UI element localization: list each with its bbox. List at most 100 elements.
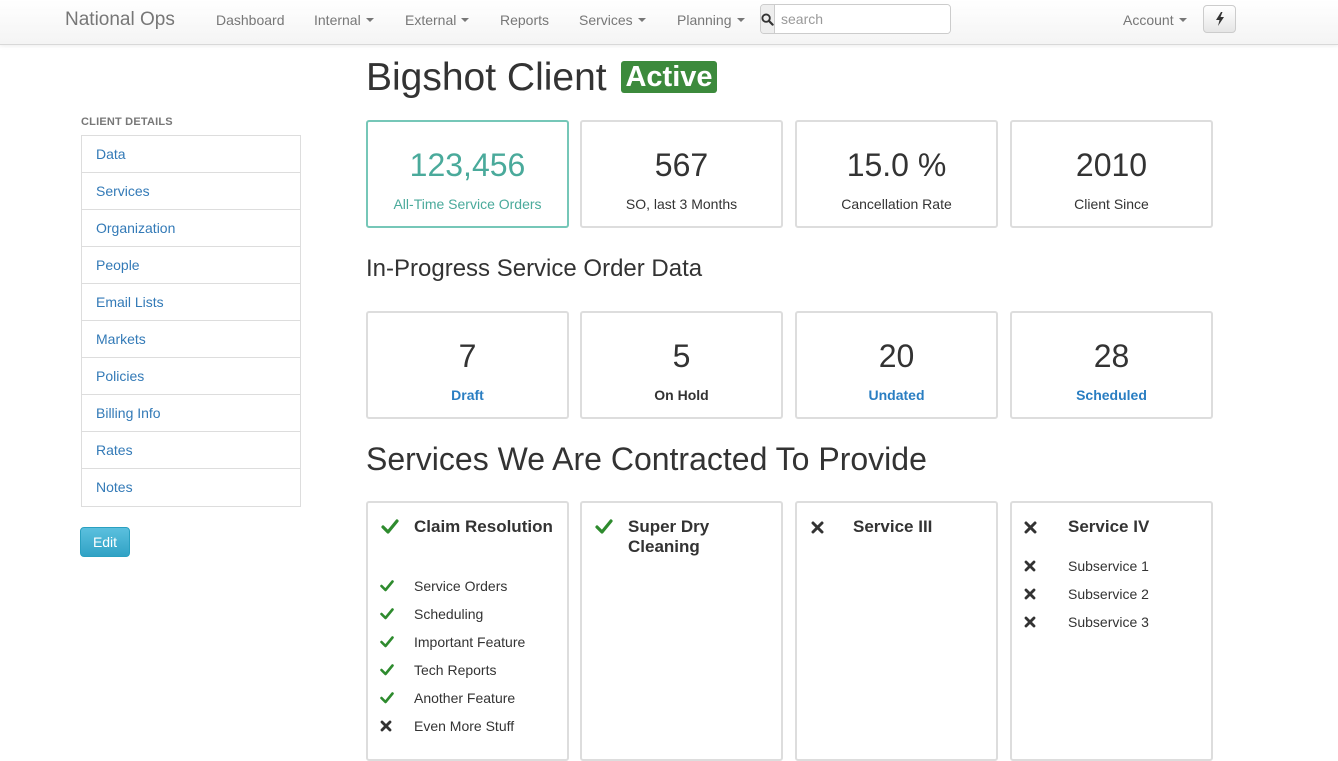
- nav-internal-dropdown[interactable]: Internal: [314, 12, 374, 28]
- nav-services-dropdown[interactable]: Services: [579, 12, 646, 28]
- stat-value: 123,456: [409, 147, 526, 183]
- subservice-row: Scheduling: [368, 605, 568, 625]
- client-details-nav: Data Services Organization People Email …: [81, 135, 301, 507]
- nav-external-label: External: [405, 12, 457, 28]
- subservice-label: Important Feature: [414, 634, 526, 650]
- service-name: Super Dry Cleaning: [628, 517, 710, 556]
- client-details-header: CLIENT DETAILS: [81, 116, 173, 128]
- stat-value: 567: [654, 147, 709, 183]
- service-card-super-dry-cleaning: Super Dry Cleaning: [580, 501, 783, 761]
- checkmark-icon: [380, 636, 394, 648]
- search-box: [760, 4, 951, 34]
- brand-logo[interactable]: National Ops: [65, 9, 175, 31]
- services-heading: Services We Are Contracted To Provide: [366, 441, 927, 477]
- lightning-bolt-button[interactable]: [1203, 5, 1236, 33]
- subservice-label: Tech Reports: [414, 662, 497, 678]
- stat-card-draft[interactable]: 7 Draft: [366, 311, 569, 419]
- sidebar-item-organization[interactable]: Organization: [82, 210, 300, 247]
- nav-reports-label: Reports: [500, 12, 550, 28]
- stat-card-scheduled[interactable]: 28 Scheduled: [1010, 311, 1213, 419]
- service-name: Claim Resolution: [414, 517, 553, 536]
- caret-down-icon: [637, 18, 646, 23]
- search-icon[interactable]: [761, 5, 775, 33]
- sidebar-item-billing-info[interactable]: Billing Info: [82, 395, 300, 432]
- service-card-claim-resolution: Claim Resolution Service Orders Scheduli…: [366, 501, 569, 761]
- checkmark-icon: [380, 664, 394, 676]
- caret-down-icon: [461, 18, 470, 23]
- stat-value: 28: [1093, 338, 1130, 374]
- scheduled-link[interactable]: Scheduled: [1012, 387, 1211, 403]
- x-mark-icon: [1024, 588, 1036, 600]
- lightning-bolt-icon: [1215, 12, 1224, 26]
- client-name: Bigshot Client: [366, 56, 607, 99]
- stat-value: 20: [878, 338, 915, 374]
- sidebar-item-data[interactable]: Data: [82, 136, 300, 173]
- stat-label: SO, last 3 Months: [625, 196, 738, 212]
- checkmark-icon: [380, 580, 394, 592]
- caret-down-icon: [1178, 18, 1187, 23]
- stat-card-all-time-orders[interactable]: 123,456 All-Time Service Orders: [366, 120, 569, 228]
- stat-label: Client Since: [1074, 196, 1149, 212]
- subservice-row: Subservice 1: [1012, 557, 1212, 577]
- subservice-row: Another Feature: [368, 689, 568, 709]
- sidebar-item-people[interactable]: People: [82, 247, 300, 284]
- page-title: Bigshot Client Active: [366, 56, 717, 100]
- stat-card-cancellation-rate[interactable]: 15.0 % Cancellation Rate: [795, 120, 998, 228]
- subservice-row: Important Feature: [368, 633, 568, 653]
- checkmark-icon: [380, 608, 394, 620]
- nav-internal-label: Internal: [314, 12, 361, 28]
- stat-value: 7: [458, 338, 477, 374]
- edit-button[interactable]: Edit: [80, 527, 130, 557]
- stat-card-client-since[interactable]: 2010 Client Since: [1010, 120, 1213, 228]
- undated-link[interactable]: Undated: [797, 387, 996, 403]
- status-badge: Active: [621, 61, 717, 93]
- subservice-label: Subservice 3: [1068, 614, 1149, 630]
- search-input[interactable]: [775, 5, 950, 33]
- nav-external-dropdown[interactable]: External: [405, 12, 470, 28]
- draft-link[interactable]: Draft: [368, 387, 567, 403]
- sidebar-item-email-lists[interactable]: Email Lists: [82, 284, 300, 321]
- service-name: Service III: [853, 517, 933, 536]
- subservice-row: Tech Reports: [368, 661, 568, 681]
- stat-value: 5: [672, 338, 691, 374]
- nav-dashboard[interactable]: Dashboard: [216, 12, 285, 28]
- stat-value: 2010: [1075, 147, 1148, 183]
- subservice-label: Service Orders: [414, 578, 508, 594]
- subservice-label: Scheduling: [414, 606, 484, 622]
- subservice-row: Subservice 3: [1012, 613, 1212, 633]
- on-hold-label: On Hold: [654, 387, 709, 403]
- nav-account-label: Account: [1123, 12, 1174, 28]
- nav-account-dropdown[interactable]: Account: [1123, 12, 1187, 28]
- checkmark-icon: [595, 519, 613, 534]
- sidebar-item-markets[interactable]: Markets: [82, 321, 300, 358]
- subservice-row: Subservice 2: [1012, 585, 1212, 605]
- caret-down-icon: [365, 18, 374, 23]
- nav-reports[interactable]: Reports: [500, 12, 549, 28]
- caret-down-icon: [736, 18, 745, 23]
- nav-dashboard-label: Dashboard: [216, 12, 285, 28]
- sidebar-item-policies[interactable]: Policies: [82, 358, 300, 395]
- service-card-service-iii: Service III: [795, 501, 998, 761]
- nav-planning-label: Planning: [677, 12, 732, 28]
- service-card-service-iv: Service IV Subservice 1 Subservice 2 Sub…: [1010, 501, 1213, 761]
- nav-planning-dropdown[interactable]: Planning: [677, 12, 745, 28]
- subservice-label: Even More Stuff: [414, 718, 515, 734]
- nav-services-label: Services: [579, 12, 633, 28]
- sidebar-item-services[interactable]: Services: [82, 173, 300, 210]
- stat-value: 15.0 %: [846, 147, 947, 183]
- top-navbar: National Ops Dashboard Internal External…: [0, 0, 1338, 45]
- x-mark-icon: [380, 720, 392, 732]
- in-progress-heading: In-Progress Service Order Data: [366, 255, 703, 282]
- sidebar-item-notes[interactable]: Notes: [82, 469, 300, 506]
- stat-card-undated[interactable]: 20 Undated: [795, 311, 998, 419]
- subservice-label: Subservice 2: [1068, 586, 1149, 602]
- x-mark-icon: [1024, 616, 1036, 628]
- x-mark-icon: [1024, 560, 1036, 572]
- stat-card-on-hold[interactable]: 5 On Hold: [580, 311, 783, 419]
- stat-label: Cancellation Rate: [841, 196, 952, 212]
- stat-card-last-3-months[interactable]: 567 SO, last 3 Months: [580, 120, 783, 228]
- subservice-label: Another Feature: [414, 690, 516, 706]
- sidebar-item-rates[interactable]: Rates: [82, 432, 300, 469]
- subservice-row: Even More Stuff: [368, 717, 568, 737]
- subservice-row: Service Orders: [368, 577, 568, 597]
